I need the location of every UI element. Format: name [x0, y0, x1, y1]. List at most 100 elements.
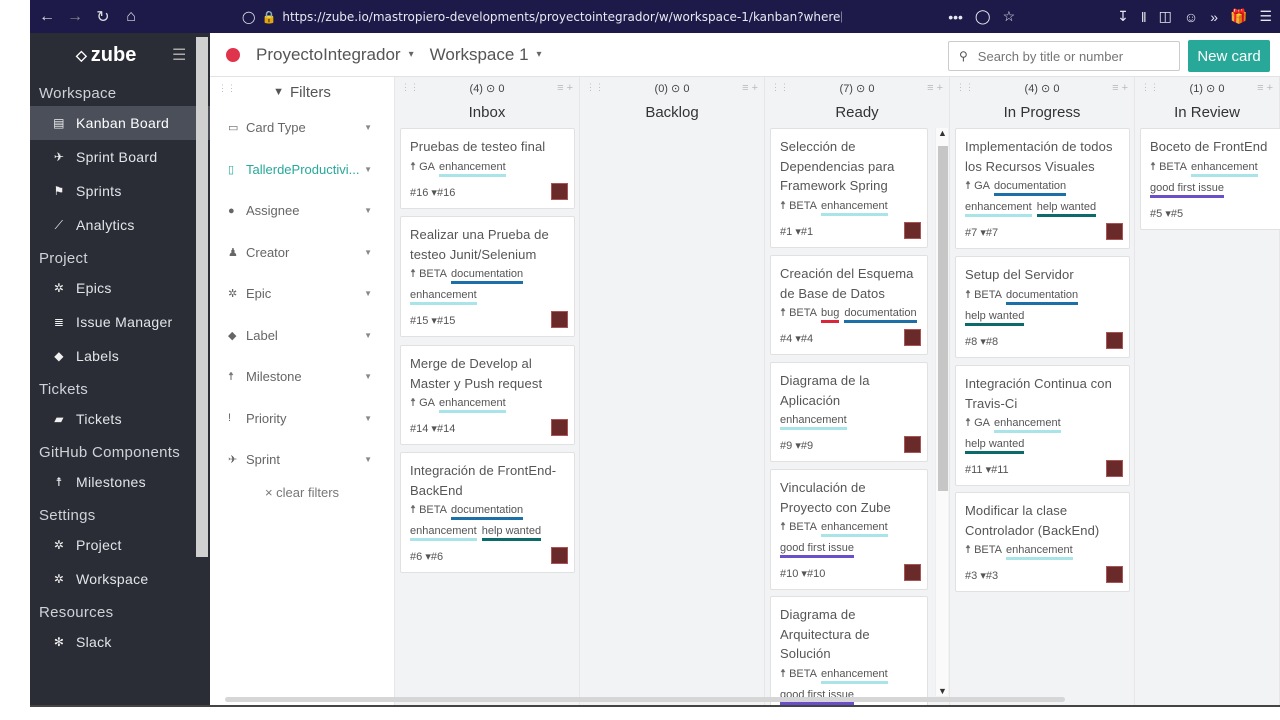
drag-handle-icon[interactable]: ⋮⋮ — [218, 83, 236, 94]
chevron-down-icon[interactable]: ▼ — [364, 248, 372, 257]
kanban-card[interactable]: Pruebas de testeo final ☨ GA enhancement #… — [400, 128, 575, 209]
filter-assignee[interactable]: ● Assignee ▼ — [210, 190, 394, 232]
column-scrollbar[interactable]: ▲ ▼ — [935, 128, 948, 696]
chevron-down-icon[interactable]: ▼ — [364, 206, 372, 215]
kanban-card[interactable]: Vinculación de Proyecto con Zube ☨ BETA en… — [770, 469, 928, 590]
kanban-card[interactable]: Integración de FrontEnd-BackEnd ☨ BETA doc… — [400, 452, 575, 573]
scrollbar-thumb[interactable] — [938, 146, 948, 491]
chevron-down-icon[interactable]: ▼ — [364, 372, 372, 381]
kanban-card[interactable]: Implementación de todos los Recursos Vis… — [955, 128, 1130, 249]
search-input[interactable] — [977, 48, 1168, 64]
label-badge[interactable]: enhancement — [1005, 544, 1073, 560]
filter-card-type[interactable]: ▭ Card Type ▼ — [210, 107, 394, 149]
sidebar-scrollbar[interactable] — [196, 37, 208, 557]
add-card-icon[interactable]: + — [1122, 82, 1128, 94]
kanban-card[interactable]: Realizar una Prueba de testeo Junit/Sele… — [400, 216, 575, 337]
chevron-down-icon[interactable]: ▾ — [537, 49, 542, 60]
filter-label[interactable]: ◆ Label ▼ — [210, 315, 394, 357]
label-badge[interactable]: help wanted — [1036, 201, 1097, 217]
avatar[interactable] — [1106, 460, 1123, 477]
sidebar-item-workspace[interactable]: ✲ Workspace — [30, 562, 210, 596]
kanban-card[interactable]: Integración Continua con Travis-Ci ☨ GA en… — [955, 365, 1130, 486]
label-badge[interactable]: bug — [820, 307, 840, 323]
hamburger-icon[interactable]: ☰ — [1259, 8, 1272, 25]
avatar[interactable] — [904, 221, 921, 239]
chevron-down-icon[interactable]: ▼ — [364, 414, 372, 423]
label-badge[interactable]: enhancement — [438, 161, 506, 177]
avatar[interactable] — [904, 564, 921, 581]
avatar[interactable] — [904, 329, 921, 346]
back-icon[interactable]: ← — [36, 8, 58, 26]
filter-sprint[interactable]: ✈ Sprint ▼ — [210, 439, 394, 481]
sort-icon[interactable]: ≡ — [1112, 82, 1118, 94]
sidebar-icon[interactable]: ◫ — [1159, 8, 1172, 25]
sidebar-item-issue-manager[interactable]: ≣ Issue Manager — [30, 305, 210, 339]
label-badge[interactable]: help wanted — [965, 310, 1025, 326]
sort-icon[interactable]: ≡ — [742, 82, 748, 94]
kanban-card[interactable]: Modificar la clase Controlador (BackEnd)… — [955, 492, 1130, 592]
kanban-card[interactable]: Merge de Develop al Master y Push reques… — [400, 345, 575, 445]
clear-filters-button[interactable]: × clear filters — [210, 485, 394, 500]
label-badge[interactable]: enhancement — [438, 397, 506, 413]
label-badge[interactable]: documentation — [844, 307, 917, 323]
label-badge[interactable]: enhancement — [780, 414, 847, 430]
menu-toggle-icon[interactable]: ☰ — [172, 45, 186, 65]
sidebar-item-sprints[interactable]: ⚑ Sprints — [30, 174, 210, 208]
label-badge[interactable]: enhancement — [1190, 161, 1258, 177]
kanban-card[interactable]: Diagrama de la Aplicación enhancement #9 … — [770, 362, 928, 462]
add-card-icon[interactable]: + — [567, 82, 573, 94]
sidebar-item-labels[interactable]: ◆ Labels — [30, 339, 210, 373]
label-badge[interactable]: enhancement — [993, 417, 1061, 433]
home-icon[interactable]: ⌂ — [120, 8, 142, 26]
sidebar-item-kanban-board[interactable]: ▤ Kanban Board — [30, 106, 210, 140]
kanban-card[interactable]: Boceto de FrontEnd ☨ BETA enhancement good… — [1140, 128, 1280, 230]
filter-creator[interactable]: ♟ Creator ▼ — [210, 232, 394, 274]
gift-icon[interactable]: 🎁 — [1230, 8, 1247, 25]
add-card-icon[interactable]: + — [752, 82, 758, 94]
label-badge[interactable]: enhancement — [965, 201, 1032, 217]
sort-icon[interactable]: ≡ — [557, 82, 563, 94]
sidebar-item-sprint-board[interactable]: ✈ Sprint Board — [30, 140, 210, 174]
forward-icon[interactable]: → — [64, 8, 86, 26]
sort-icon[interactable]: ≡ — [1257, 82, 1263, 94]
label-badge[interactable]: documentation — [1005, 289, 1079, 305]
avatar[interactable] — [551, 311, 568, 328]
label-badge[interactable]: help wanted — [481, 525, 542, 541]
label-badge[interactable]: enhancement — [820, 668, 888, 684]
sort-icon[interactable]: ≡ — [927, 82, 933, 94]
avatar[interactable] — [1106, 331, 1123, 349]
more-icon[interactable]: ••• — [948, 9, 963, 25]
label-badge[interactable]: enhancement — [410, 289, 477, 305]
filter-milestone[interactable]: ☨ Milestone ▼ — [210, 356, 394, 398]
avatar[interactable] — [1106, 566, 1123, 583]
avatar[interactable] — [551, 182, 568, 200]
chevron-down-icon[interactable]: ▼ — [364, 123, 372, 132]
scroll-down-icon[interactable]: ▼ — [938, 686, 947, 696]
download-icon[interactable]: ↧ — [1117, 8, 1129, 25]
filter-epic[interactable]: ✲ Epic ▼ — [210, 273, 394, 315]
horizontal-scrollbar[interactable] — [225, 697, 1065, 702]
sidebar-item-slack[interactable]: ✻ Slack — [30, 625, 210, 659]
label-badge[interactable]: enhancement — [410, 525, 477, 541]
notification-bell-icon[interactable] — [226, 47, 240, 62]
label-badge[interactable]: help wanted — [965, 438, 1025, 454]
new-card-button[interactable]: New card — [1188, 40, 1270, 72]
kanban-card[interactable]: Setup del Servidor ☨ BETA documentation he… — [955, 256, 1130, 358]
chevron-down-icon[interactable]: ▼ — [364, 455, 372, 464]
add-card-icon[interactable]: + — [1267, 82, 1273, 94]
sidebar-item-tickets[interactable]: ▰ Tickets — [30, 402, 210, 436]
chevron-down-icon[interactable]: ▼ — [364, 289, 372, 298]
avatar[interactable] — [1106, 223, 1123, 240]
project-selector[interactable]: ProyectoIntegrador — [256, 45, 401, 65]
label-badge[interactable]: documentation — [450, 504, 524, 520]
sidebar-item-milestones[interactable]: ☨ Milestones — [30, 465, 210, 499]
overflow-icon[interactable]: » — [1210, 9, 1218, 25]
filter-tallerdeproductivi-[interactable]: ▯ TallerdeProductivi... ▼ — [210, 149, 394, 191]
library-icon[interactable]: ‖ — [1141, 9, 1147, 25]
kanban-card[interactable]: Creación del Esquema de Base de Datos ☨ B… — [770, 255, 928, 355]
label-badge[interactable]: good first issue — [1150, 182, 1224, 198]
chevron-down-icon[interactable]: ▼ — [364, 165, 372, 174]
reload-icon[interactable]: ↻ — [92, 7, 114, 27]
search-box[interactable]: ⚲ — [948, 41, 1180, 71]
filter-priority[interactable]: ! Priority ▼ — [210, 398, 394, 440]
